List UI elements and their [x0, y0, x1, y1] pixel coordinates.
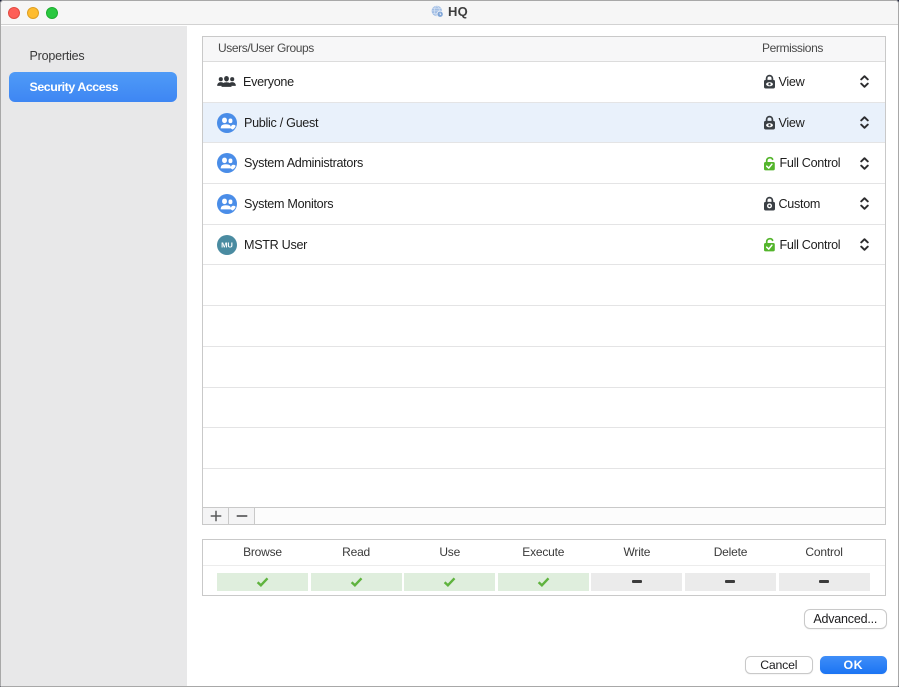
- svg-text:MU: MU: [221, 240, 233, 249]
